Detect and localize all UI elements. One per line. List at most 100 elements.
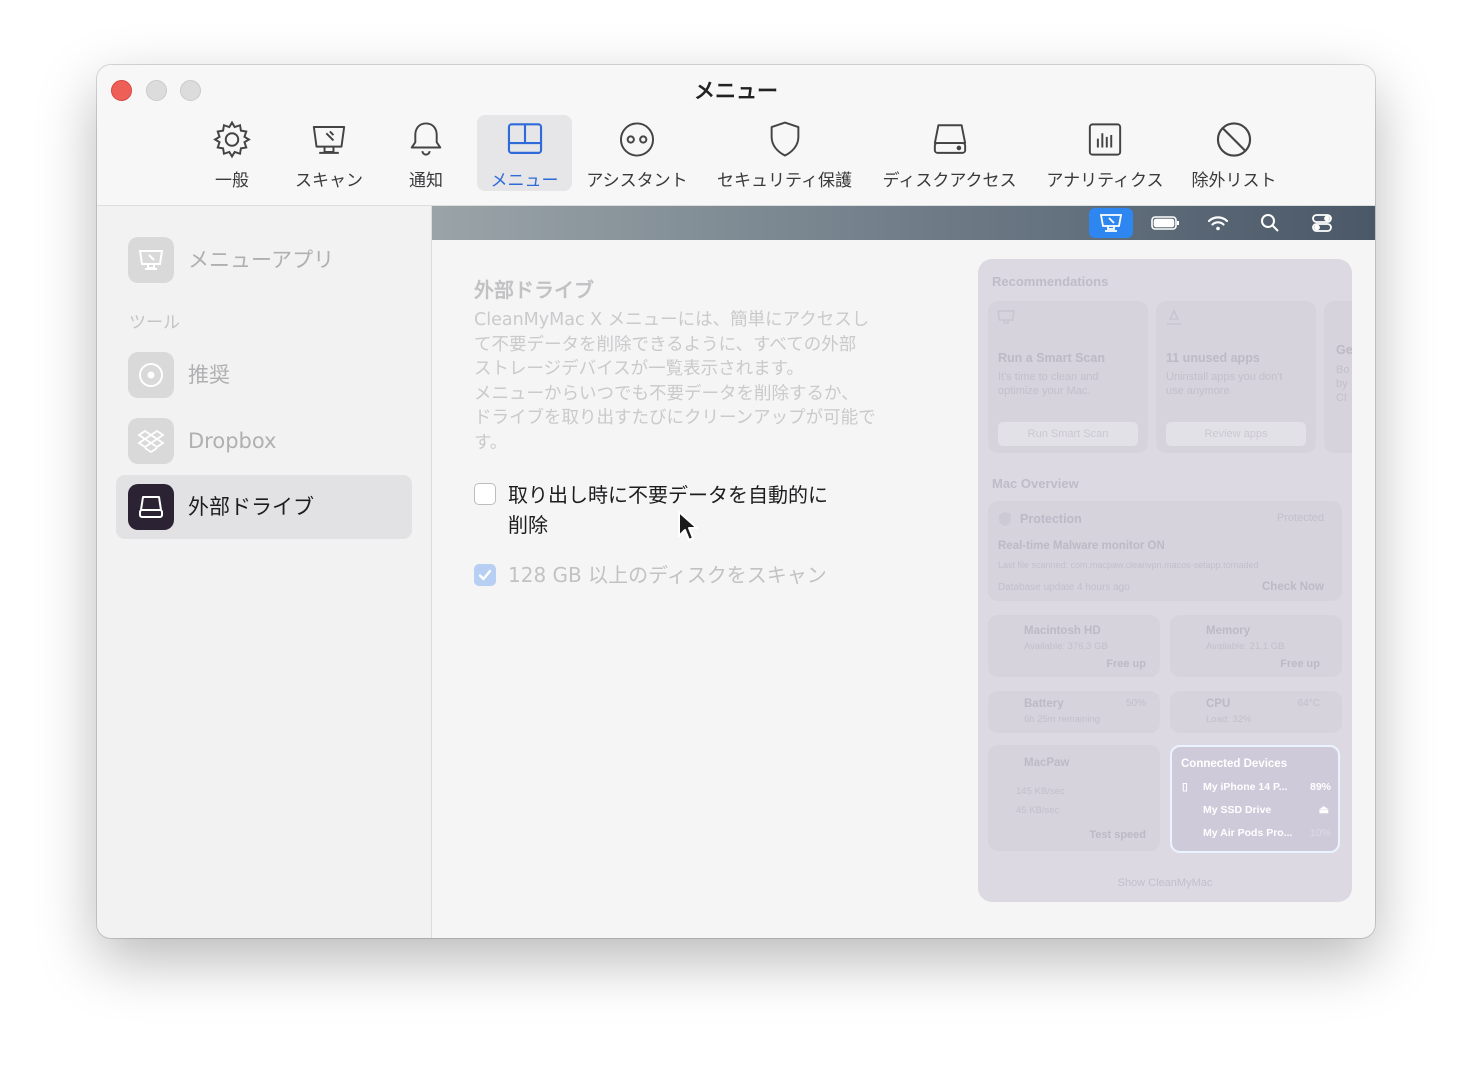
tab-disk-access[interactable]: ディスクアクセス bbox=[877, 115, 1022, 191]
battery-icon[interactable] bbox=[1144, 208, 1188, 238]
protection-status: Protected bbox=[1276, 512, 1324, 524]
auto-clean-checkbox[interactable] bbox=[474, 483, 496, 505]
menu-layout-icon bbox=[507, 123, 542, 154]
drive-icon bbox=[139, 496, 163, 518]
sidebar-item-dropbox[interactable]: Dropbox bbox=[116, 409, 412, 473]
section-title: 外部ドライブ bbox=[474, 278, 594, 302]
memory-card: Memory Available: 21,1 GB Free up bbox=[1170, 615, 1342, 677]
battery-card: Battery 6h 25m remaining 50% bbox=[988, 691, 1160, 733]
cpu-name: CPU bbox=[1206, 698, 1231, 710]
auto-clean-label: 取り出し時に不要データを自動的に 削除 bbox=[508, 483, 828, 537]
menu-preview-panel: Recommendations Run a Smart Scan It's ti… bbox=[978, 259, 1352, 902]
card-title: Run a Smart Scan bbox=[998, 351, 1105, 365]
control-center-icon[interactable] bbox=[1300, 208, 1344, 238]
sidebar-item-menu-app[interactable]: メニューアプリ bbox=[116, 228, 412, 292]
main-panel: 外部ドライブ CleanMyMac X メニューには、簡単にアクセスし て不要デ… bbox=[432, 206, 1375, 938]
device-value: 10% bbox=[1309, 827, 1331, 839]
db-update: Database update 4 hours ago bbox=[998, 582, 1130, 593]
card-title: Ge bbox=[1336, 343, 1352, 357]
disk-icon bbox=[933, 124, 966, 154]
sidebar-icon-box bbox=[128, 352, 174, 398]
battery-percent: 50% bbox=[1125, 698, 1146, 709]
sidebar-item-label: 外部ドライブ bbox=[188, 495, 314, 519]
tab-general[interactable]: 一般 bbox=[199, 115, 265, 191]
monitor-icon bbox=[997, 310, 1015, 324]
recommendation-card: 11 unused apps Uninstall apps you don't … bbox=[1156, 301, 1316, 453]
memory-free-up: Free up bbox=[1280, 658, 1320, 670]
tab-label: アナリティクス bbox=[1046, 171, 1164, 191]
eject-icon: ⏏ bbox=[1318, 804, 1329, 816]
memory-name: Memory bbox=[1206, 625, 1251, 637]
last-file-scanned: Last file scanned: com.macpaw.cleanvpn.m… bbox=[998, 560, 1259, 570]
disk-available: Available: 376,3 GB bbox=[1024, 641, 1108, 652]
tab-security[interactable]: セキュリティ保護 bbox=[712, 115, 857, 191]
tab-label: 通知 bbox=[409, 171, 443, 191]
monitor-icon bbox=[138, 250, 164, 270]
search-icon[interactable] bbox=[1248, 208, 1292, 238]
sidebar-item-recommend[interactable]: 推奨 bbox=[116, 343, 412, 407]
chart-icon bbox=[1088, 123, 1122, 156]
tab-ignore-list[interactable]: 除外リスト bbox=[1187, 115, 1281, 191]
sidebar-icon-box bbox=[128, 484, 174, 530]
tab-notifications[interactable]: 通知 bbox=[395, 115, 457, 191]
sidebar-item-label: Dropbox bbox=[188, 429, 277, 453]
tab-analytics[interactable]: アナリティクス bbox=[1041, 115, 1169, 191]
connected-devices-title: Connected Devices bbox=[1181, 758, 1288, 770]
wifi-icon[interactable] bbox=[1196, 208, 1240, 238]
menubar-preview bbox=[432, 206, 1375, 240]
network-down: 45 KB/sec bbox=[1016, 805, 1060, 816]
cleanmymac-menu-icon[interactable] bbox=[1089, 208, 1133, 238]
checkmark-icon bbox=[478, 569, 492, 581]
tab-label: セキュリティ保護 bbox=[717, 171, 852, 191]
tab-assistant[interactable]: アシスタント bbox=[583, 115, 691, 191]
sidebar-item-external-drive[interactable]: 外部ドライブ bbox=[116, 475, 412, 539]
connected-devices-card: Connected Devices ▯ My iPhone 14 P... 89… bbox=[1170, 745, 1340, 853]
protection-card: Protection Protected Real-time Malware m… bbox=[988, 501, 1342, 601]
device-name: My iPhone 14 P... bbox=[1203, 781, 1288, 793]
window-title: メニュー bbox=[694, 79, 778, 103]
card-desc: Bo by Cl bbox=[1336, 364, 1350, 404]
section-description: CleanMyMac X メニューには、簡単にアクセスし て不要データを削除でき… bbox=[474, 310, 876, 453]
shield-icon bbox=[770, 121, 799, 157]
monitor-icon bbox=[312, 126, 346, 154]
network-up: 145 KB/sec bbox=[1016, 786, 1065, 797]
recommendations-title: Recommendations bbox=[992, 274, 1109, 289]
sidebar-icon-box bbox=[128, 237, 174, 283]
sidebar: メニューアプリ ツール 推奨 Dropbox 外部ドライブ bbox=[97, 206, 432, 938]
test-speed-link: Test speed bbox=[1089, 829, 1146, 841]
disk-name: Macintosh HD bbox=[1024, 625, 1101, 637]
protection-label: Protection bbox=[1020, 512, 1082, 526]
preferences-window: メニュー 一般 スキャン 通知 メニュー アシスタント セキュリティ保護 ディス… bbox=[97, 65, 1375, 938]
run-smart-scan-button: Run Smart Scan bbox=[998, 422, 1138, 446]
shield-icon bbox=[999, 512, 1011, 526]
disk-card: Macintosh HD Available: 376,3 GB Free up bbox=[988, 615, 1160, 677]
tab-label: 一般 bbox=[215, 171, 249, 191]
device-phone-icon: ▯ bbox=[1182, 781, 1188, 793]
apps-icon bbox=[1167, 309, 1181, 325]
network-name: MacPaw bbox=[1024, 757, 1070, 769]
card-desc: It's time to clean and optimize your Mac… bbox=[998, 371, 1099, 397]
review-apps-button: Review apps bbox=[1166, 422, 1306, 446]
monitor-status: Real-time Malware monitor ON bbox=[998, 540, 1165, 552]
device-name: My SSD Drive bbox=[1203, 804, 1272, 816]
card-title: 11 unused apps bbox=[1166, 351, 1260, 365]
tab-menu[interactable]: メニュー bbox=[477, 115, 572, 191]
scan-large-disks-label: 128 GB 以上のディスクをスキャン bbox=[508, 563, 827, 587]
tab-label: スキャン bbox=[295, 171, 363, 191]
device-value: 89% bbox=[1309, 781, 1331, 793]
prohibited-icon bbox=[1216, 122, 1252, 157]
disk-free-up: Free up bbox=[1106, 658, 1146, 670]
dropbox-icon bbox=[137, 429, 165, 454]
check-now-link: Check Now bbox=[1262, 581, 1324, 593]
gear-icon bbox=[213, 120, 251, 159]
titlebar: メニュー 一般 スキャン 通知 メニュー アシスタント セキュリティ保護 ディス… bbox=[97, 65, 1375, 206]
battery-remaining: 6h 25m remaining bbox=[1024, 714, 1101, 725]
tab-label: メニュー bbox=[490, 171, 559, 191]
scan-large-disks-checkbox[interactable] bbox=[474, 564, 496, 586]
network-card: MacPaw 145 KB/sec 45 KB/sec Test speed bbox=[988, 745, 1160, 851]
battery-name: Battery bbox=[1024, 698, 1064, 710]
sidebar-item-label: 推奨 bbox=[188, 363, 230, 387]
sidebar-icon-box bbox=[128, 418, 174, 464]
recommendation-card: Ge Bo by Cl bbox=[1324, 301, 1352, 453]
tab-scan[interactable]: スキャン bbox=[289, 115, 369, 191]
